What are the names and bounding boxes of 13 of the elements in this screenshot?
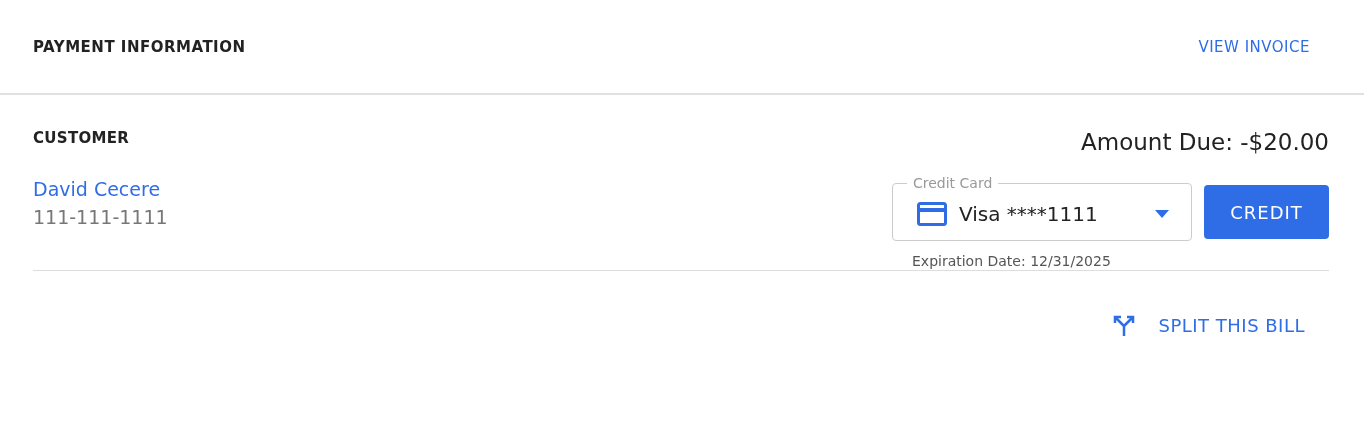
customer-heading: CUSTOMER <box>33 129 131 147</box>
customer-phone: 111-111-1111 <box>33 206 168 228</box>
expiration-date: Expiration Date: 12/31/2025 <box>912 253 1111 269</box>
dropdown-caret-icon <box>1155 209 1169 218</box>
section-title: PAYMENT INFORMATION <box>33 37 246 56</box>
amount-due: Amount Due: -$20.00 <box>1081 129 1329 155</box>
credit-card-select[interactable]: Credit Card Visa ****1111 <box>892 175 1192 241</box>
credit-card-icon <box>917 201 947 226</box>
credit-button[interactable]: CREDIT <box>1204 185 1329 239</box>
view-invoice-link[interactable]: VIEW INVOICE <box>1198 37 1310 56</box>
split-bill-link[interactable]: SPLIT THIS BILL <box>1158 314 1305 336</box>
split-icon <box>1112 313 1137 337</box>
customer-name-link[interactable]: David Cecere <box>33 178 161 200</box>
